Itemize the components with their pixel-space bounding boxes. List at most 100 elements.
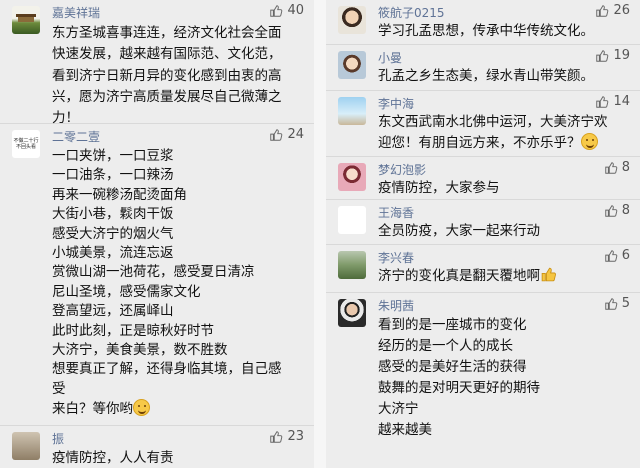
- comment-line: 大济宁，美食美景，数不胜数: [52, 342, 228, 359]
- like-count: 8: [621, 203, 630, 218]
- comment-text: 孔孟之乡生态美，绿水青山带笑颜。: [378, 66, 628, 87]
- thumbs-up-icon: [270, 4, 283, 17]
- username[interactable]: 朱明茜: [378, 297, 414, 314]
- username[interactable]: 筱航子0215: [378, 4, 445, 21]
- like-button[interactable]: 8: [604, 203, 630, 218]
- thumbs-up-icon: [604, 297, 618, 310]
- comment-line: 感受大济宁的烟火气: [52, 225, 174, 242]
- like-button[interactable]: 19: [595, 48, 630, 63]
- comment-item: 王海香 8 全员防疫，大家一起来行动: [326, 200, 640, 245]
- like-count: 23: [287, 429, 304, 444]
- comment-line: 全员防疫，大家一起来行动: [378, 223, 540, 239]
- comment-line: 经历的是一个人的成长: [378, 338, 513, 354]
- comment-item: 梦幻泡影 8 疫情防控，大家参与: [326, 157, 640, 200]
- smile-emoji-icon: [133, 399, 150, 417]
- comment-line: 赏微山湖一池荷花，感受夏日清凉: [52, 264, 255, 281]
- comment-line: 此时此刻，正是晾秋好时节: [52, 322, 214, 339]
- like-button[interactable]: 40: [269, 3, 304, 18]
- thumbs-up-icon: [270, 128, 283, 141]
- like-count: 8: [621, 160, 630, 175]
- comment-item: 振 23 疫情防控，人人有责: [0, 426, 314, 468]
- comment-text: 看到的是一座城市的变化 经历的是一个人的成长 感受的是美好生活的获得 鼓舞的是对…: [378, 315, 628, 441]
- username[interactable]: 振: [52, 430, 64, 447]
- username[interactable]: 嘉美祥瑞: [52, 4, 100, 21]
- like-count: 24: [287, 127, 304, 142]
- avatar[interactable]: 不做二十行 不回头看: [12, 130, 40, 158]
- comment-line: 学习孔孟思想，传承中华传统文化。: [378, 23, 594, 39]
- like-button[interactable]: 14: [595, 94, 630, 109]
- avatar[interactable]: [338, 206, 366, 234]
- comment-text: 全员防疫，大家一起来行动: [378, 221, 628, 242]
- comment-text: 疫情防控，大家参与: [378, 178, 628, 199]
- thumbs-up-icon: [604, 161, 618, 174]
- comment-item: 嘉美祥瑞 40 东方圣城喜事连连，经济文化社会全面 快速发展，越来越有国际范、文…: [0, 0, 314, 126]
- username[interactable]: 小曼: [378, 49, 402, 66]
- avatar-caption: 不回头看: [15, 144, 36, 150]
- comment-text: 东文西武南水北佛中运河，大美济宁欢 迎您！有朋自远方来，不亦乐乎？: [378, 112, 628, 155]
- comment-line: 看到济宁日新月异的变化感到由衷的高: [52, 67, 282, 84]
- username[interactable]: 李中海: [378, 95, 414, 112]
- like-button[interactable]: 26: [595, 3, 630, 18]
- comment-line: 再来一碗糁汤配烫面角: [52, 186, 187, 203]
- comment-line: 东文西武南水北佛中运河，大美济宁欢: [378, 114, 608, 130]
- comment-line: 想要真正了解，还得身临其境，自己感: [52, 361, 282, 378]
- comment-line-text: 济宁的变化真是翻天覆地啊: [378, 268, 540, 284]
- comment-item: 不做二十行 不回头看 二零二壹 24 一口夹饼，一口豆浆 一口油条，一口辣汤 再…: [0, 124, 314, 426]
- username[interactable]: 二零二壹: [52, 128, 100, 145]
- thumbs-up-icon: [604, 249, 618, 262]
- comment-item: 筱航子0215 26 学习孔孟思想，传承中华传统文化。: [326, 0, 640, 45]
- thumbs-up-icon: [596, 95, 609, 108]
- thumbs-up-icon: [596, 4, 609, 17]
- comment-line: 登高望远，还属峄山: [52, 303, 174, 320]
- smile-emoji-icon: [580, 133, 598, 151]
- comment-line: 来白？等你哟: [52, 399, 302, 419]
- like-button[interactable]: 24: [269, 127, 304, 142]
- avatar[interactable]: [338, 251, 366, 279]
- comment-line: 疫情防控，大家参与: [378, 180, 500, 196]
- avatar[interactable]: [338, 51, 366, 79]
- comment-line: 大济宁: [378, 401, 419, 417]
- thumbs-up-icon: [604, 204, 618, 217]
- comment-line: 鼓舞的是对明天更好的期待: [378, 380, 540, 396]
- comment-line: 济宁的变化真是翻天覆地啊: [378, 266, 628, 290]
- like-count: 40: [287, 3, 304, 18]
- comment-item: 朱明茜 5 看到的是一座城市的变化 经历的是一个人的成长 感受的是美好生活的获得…: [326, 293, 640, 468]
- username[interactable]: 李兴春: [378, 249, 414, 266]
- comment-text: 东方圣城喜事连连，经济文化社会全面 快速发展，越来越有国际范、文化范， 看到济宁…: [52, 23, 302, 129]
- comment-item: 李兴春 6 济宁的变化真是翻天覆地啊: [326, 245, 640, 293]
- comment-line: 东方圣城喜事连连，经济文化社会全面: [52, 25, 282, 41]
- like-button[interactable]: 8: [604, 160, 630, 175]
- comment-line: 一口油条，一口辣汤: [52, 167, 174, 184]
- avatar[interactable]: [12, 6, 40, 34]
- like-count: 5: [621, 296, 630, 311]
- comment-text: 学习孔孟思想，传承中华传统文化。: [378, 21, 628, 42]
- comment-text: 一口夹饼，一口豆浆 一口油条，一口辣汤 再来一碗糁汤配烫面角 大街小巷，鬏肉干饭…: [52, 147, 302, 420]
- like-button[interactable]: 6: [604, 248, 630, 263]
- username[interactable]: 梦幻泡影: [378, 161, 426, 178]
- like-button[interactable]: 23: [269, 429, 304, 444]
- avatar[interactable]: [338, 97, 366, 125]
- comment-line: 兴，愿为济宁高质量发展尽自己微薄之: [52, 88, 282, 105]
- left-comment-column: 嘉美祥瑞 40 东方圣城喜事连连，经济文化社会全面 快速发展，越来越有国际范、文…: [0, 0, 314, 468]
- avatar[interactable]: [12, 432, 40, 460]
- thumbs-up-icon: [596, 49, 609, 62]
- avatar[interactable]: [338, 6, 366, 34]
- like-count: 26: [613, 3, 630, 18]
- comment-line: 大街小巷，鬏肉干饭: [52, 206, 174, 223]
- thumbs-up-icon: [270, 430, 283, 443]
- comment-text: 济宁的变化真是翻天覆地啊: [378, 266, 628, 290]
- comment-line: 尼山圣境，感受儒家文化: [52, 283, 201, 300]
- like-button[interactable]: 5: [604, 296, 630, 311]
- username[interactable]: 王海香: [378, 204, 414, 221]
- column-gutter: [314, 0, 326, 468]
- comment-line: 受: [52, 380, 66, 397]
- comment-item: 小曼 19 孔孟之乡生态美，绿水青山带笑颜。: [326, 45, 640, 91]
- comment-line: 孔孟之乡生态美，绿水青山带笑颜。: [378, 68, 594, 84]
- comment-item: 李中海 14 东文西武南水北佛中运河，大美济宁欢 迎您！有朋自远方来，不亦乐乎？: [326, 91, 640, 157]
- comment-line: 感受的是美好生活的获得: [378, 359, 527, 375]
- comment-line: 快速发展，越来越有国际范、文化范，: [52, 46, 282, 63]
- avatar[interactable]: [338, 299, 366, 327]
- avatar[interactable]: [338, 163, 366, 191]
- comment-line-text: 来白？等你哟: [52, 401, 133, 418]
- right-comment-column: 筱航子0215 26 学习孔孟思想，传承中华传统文化。 小曼 19 孔孟之乡生态…: [326, 0, 640, 468]
